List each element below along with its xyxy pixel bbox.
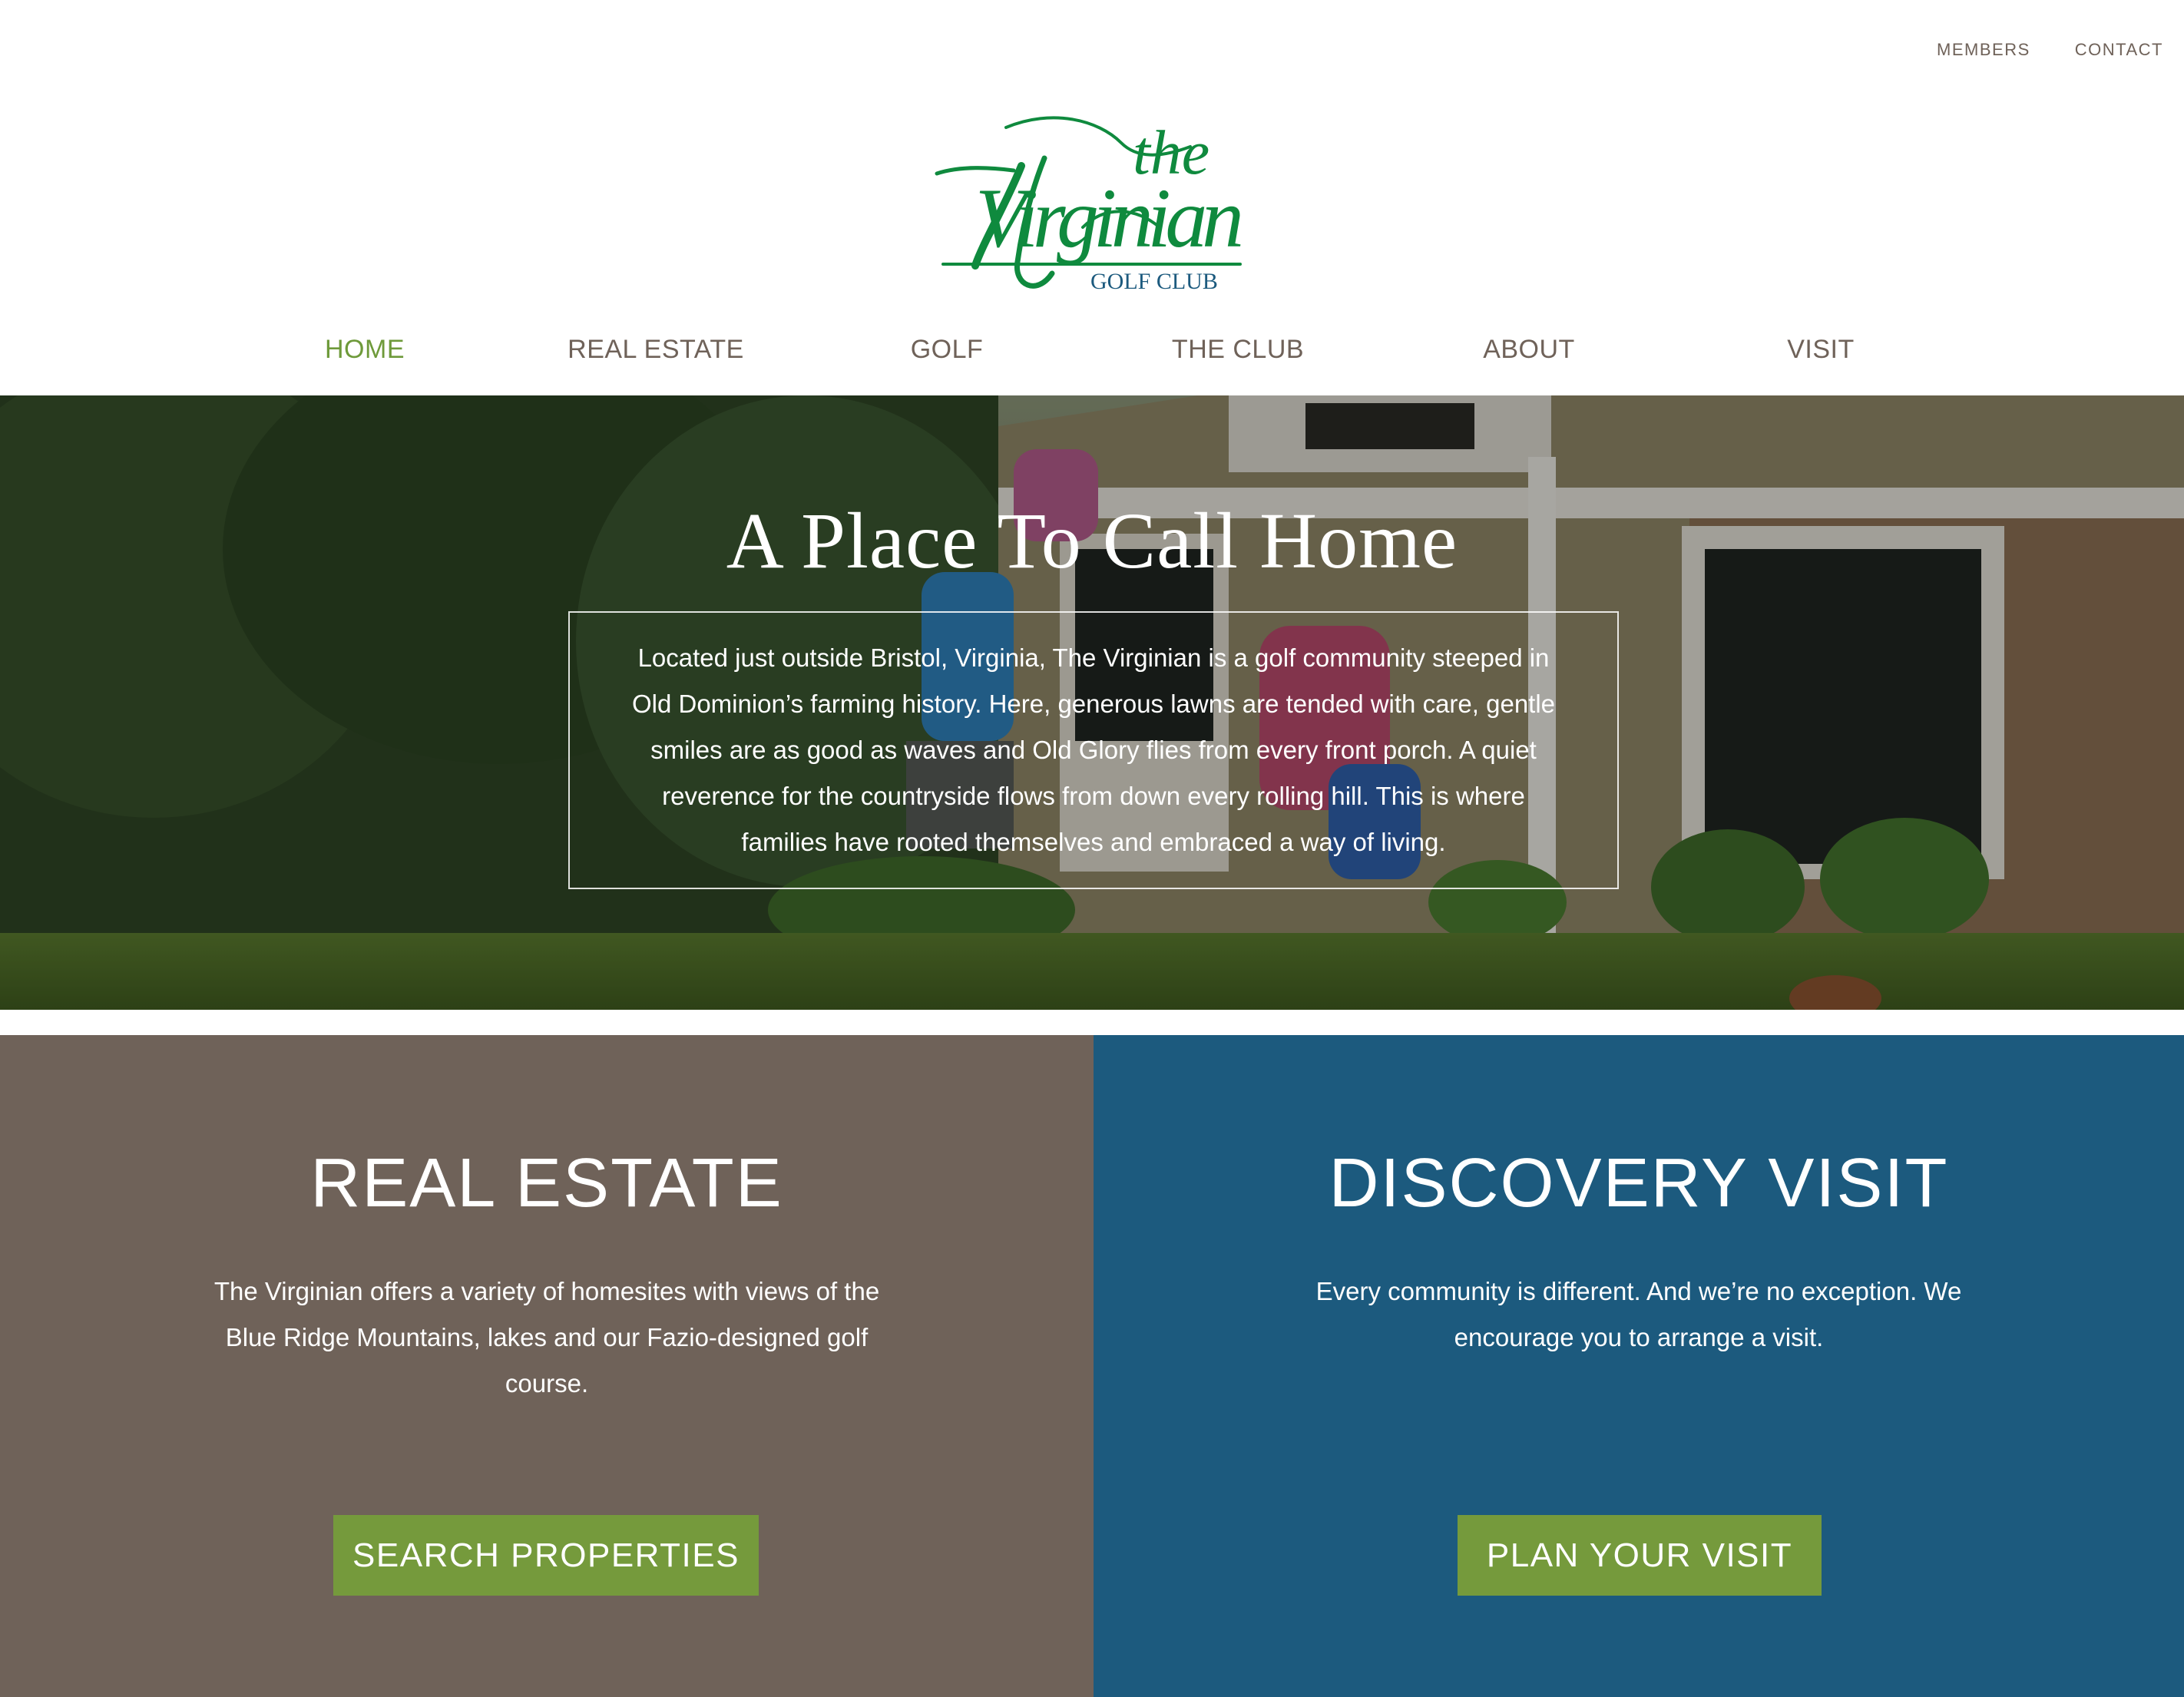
hero-description: Located just outside Bristol, Virginia, … <box>631 643 1556 856</box>
real-estate-description: The Virginian offers a variety of homesi… <box>213 1277 880 1398</box>
nav-about[interactable]: ABOUT <box>1483 335 1575 365</box>
hero-section: A Place To Call Home Located just outsid… <box>0 395 2184 1010</box>
real-estate-heading: REAL ESTATE <box>310 1145 783 1222</box>
virginian-logo-graphic: the Virginian GOLF CLUB <box>935 116 1244 294</box>
logo-script-main: Virginian <box>975 171 1244 265</box>
real-estate-panel: REAL ESTATE The Virginian offers a varie… <box>0 1035 1094 1697</box>
nav-real-estate[interactable]: REAL ESTATE <box>568 335 744 365</box>
hero-title: A Place To Call Home <box>726 497 1458 585</box>
search-properties-button[interactable]: SEARCH PROPERTIES <box>333 1515 759 1596</box>
logo-subtitle: GOLF CLUB <box>1090 269 1218 294</box>
hero-text-box: Located just outside Bristol, Virginia, … <box>568 611 1619 889</box>
nav-golf[interactable]: GOLF <box>911 335 984 365</box>
discovery-visit-panel: DISCOVERY VISIT Every community is diffe… <box>1094 1035 2184 1697</box>
nav-visit[interactable]: VISIT <box>1787 335 1855 365</box>
nav-home[interactable]: HOME <box>325 335 405 365</box>
members-link[interactable]: MEMBERS <box>1937 40 2030 60</box>
nav-the-club[interactable]: THE CLUB <box>1172 335 1304 365</box>
site-logo[interactable]: the Virginian GOLF CLUB <box>929 112 1252 304</box>
discovery-visit-heading: DISCOVERY VISIT <box>1329 1145 1949 1222</box>
plan-your-visit-button[interactable]: PLAN YOUR VISIT <box>1458 1515 1822 1596</box>
contact-link[interactable]: CONTACT <box>2075 40 2163 60</box>
discovery-visit-description: Every community is different. And we’re … <box>1315 1277 1962 1351</box>
utility-nav: MEMBERS CONTACT <box>1937 40 2163 60</box>
main-nav: HOME REAL ESTATE GOLF THE CLUB ABOUT VIS… <box>0 330 2184 376</box>
